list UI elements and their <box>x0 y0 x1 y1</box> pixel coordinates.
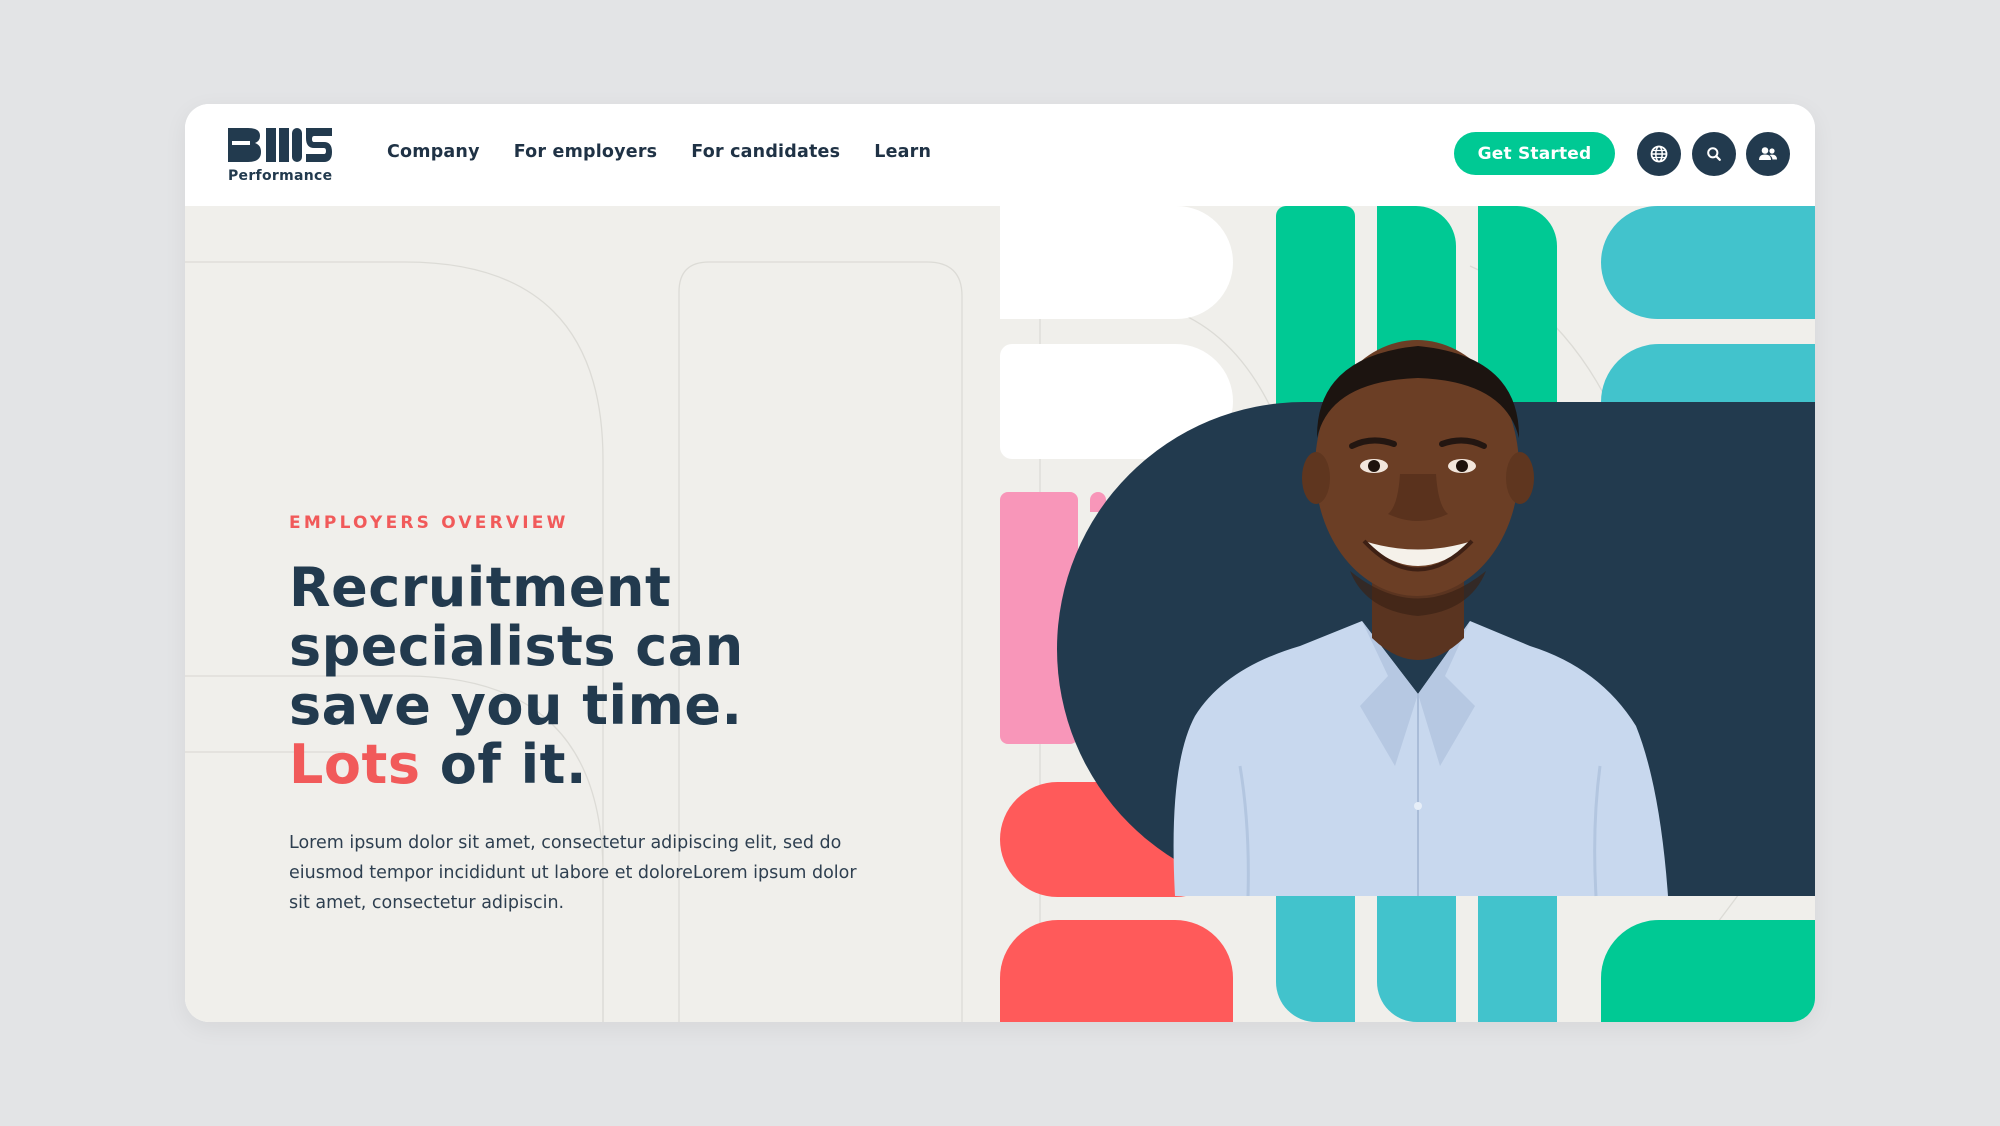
hero-description: Lorem ipsum dolor sit amet, consectetur … <box>289 833 857 913</box>
headline-accent: Lots <box>289 733 421 796</box>
language-button[interactable] <box>1637 132 1681 176</box>
hero-headline: Recruitment specialists can save you tim… <box>289 558 889 794</box>
headline-line-1: Recruitment <box>289 556 672 619</box>
headline-line-2: specialists can <box>289 615 744 678</box>
headline-line-3: save you time. <box>289 674 743 737</box>
nav-link-for-candidates[interactable]: For candidates <box>691 142 840 162</box>
get-started-button[interactable]: Get Started <box>1454 132 1615 175</box>
nav-link-learn[interactable]: Learn <box>874 142 931 162</box>
smiling-man-photo <box>1173 340 1668 897</box>
search-button[interactable] <box>1692 132 1736 176</box>
top-navigation: Performance Company For employers For ca… <box>185 104 1815 206</box>
nav-links: Company For employers For candidates Lea… <box>387 142 965 162</box>
brand-logo[interactable]: Performance <box>228 128 338 184</box>
headline-tail: of it. <box>420 733 587 796</box>
page-card: Performance Company For employers For ca… <box>185 104 1815 1022</box>
account-button[interactable] <box>1746 132 1790 176</box>
brand-logo-subtitle: Performance <box>228 168 333 184</box>
search-icon <box>1707 147 1721 161</box>
nav-link-for-employers[interactable]: For employers <box>514 142 658 162</box>
hero-text-panel: EMPLOYERS OVERVIEW Recruitment specialis… <box>185 206 1000 1022</box>
bms-logo-mark <box>228 128 332 162</box>
user-group-icon <box>1759 147 1777 160</box>
nav-link-company[interactable]: Company <box>387 142 480 162</box>
section-eyebrow: EMPLOYERS OVERVIEW <box>289 513 569 533</box>
globe-icon <box>1650 145 1668 163</box>
hero-image-panel <box>1000 206 1815 1022</box>
